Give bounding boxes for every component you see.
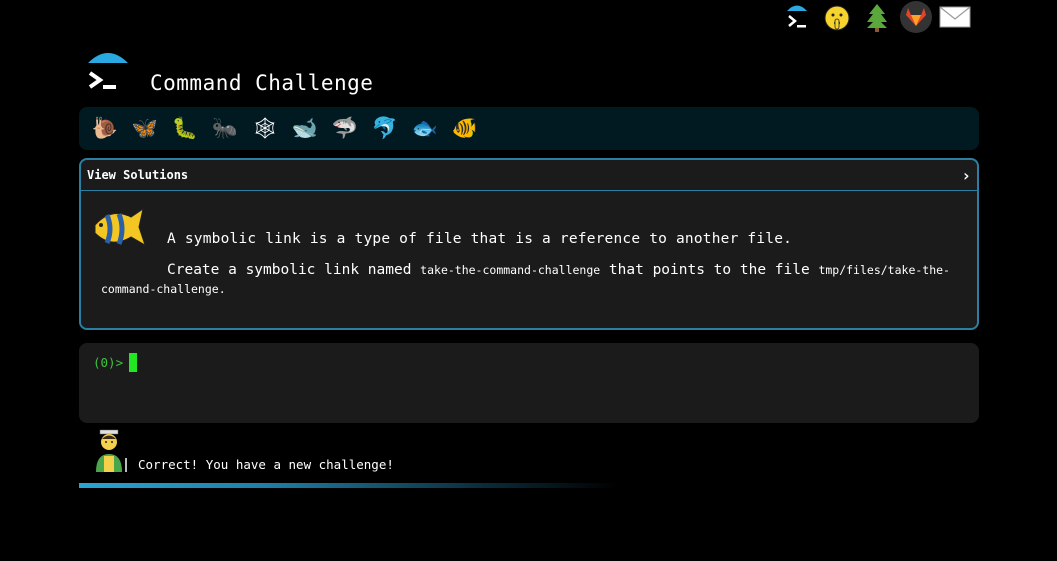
tropical-fish-icon[interactable]: 🐠 bbox=[445, 111, 485, 147]
shark-icon[interactable]: 🦈 bbox=[325, 111, 365, 147]
caterpillar-icon[interactable]: 🐛 bbox=[165, 111, 205, 147]
page: Command Challenge 🐌 🦋 🐛 🐜 🕸 🐋 🦈 🐬 🐟 🐠 View Soluti… bbox=[0, 0, 1057, 561]
link-name-code: take-the-command-challenge bbox=[420, 263, 601, 277]
prompt-line: (0)> bbox=[93, 353, 965, 372]
snail-icon[interactable]: 🐌 bbox=[85, 111, 125, 147]
ant-icon[interactable]: 🐜 bbox=[205, 111, 245, 147]
terminal-input[interactable]: (0)> bbox=[79, 343, 979, 423]
terminal-icon[interactable] bbox=[780, 1, 814, 33]
terminal-prompt: (0)> bbox=[93, 355, 124, 370]
mail-icon[interactable] bbox=[938, 1, 972, 33]
shush-emoji-icon[interactable] bbox=[820, 1, 854, 33]
person-emoji-icon bbox=[92, 428, 130, 478]
instruction-text-middle: that points to the file bbox=[600, 262, 819, 278]
top-nav bbox=[780, 0, 972, 34]
instruction-text-end: . bbox=[218, 282, 226, 296]
fish-icon[interactable]: 🐟 bbox=[405, 111, 445, 147]
tropical-fish-icon bbox=[91, 205, 147, 255]
header: Command Challenge bbox=[82, 44, 373, 106]
chevron-right-icon: › bbox=[961, 165, 971, 185]
spider-web-icon[interactable]: 🕸 bbox=[245, 111, 285, 147]
tree-icon[interactable] bbox=[860, 1, 894, 33]
level-bar: 🐌 🦋 🐛 🐜 🕸 🐋 🦈 🐬 🐟 🐠 bbox=[79, 107, 979, 150]
dolphin-icon[interactable]: 🐬 bbox=[365, 111, 405, 147]
challenge-panel: View Solutions › A symbolic link is a ty… bbox=[79, 158, 979, 330]
challenge-body: A symbolic link is a type of file that i… bbox=[81, 191, 977, 299]
progress-bar bbox=[79, 483, 619, 488]
logo-terminal-icon[interactable] bbox=[82, 49, 134, 101]
page-title: Command Challenge bbox=[150, 71, 374, 95]
terminal-cursor bbox=[129, 353, 138, 372]
challenge-description: A symbolic link is a type of file that i… bbox=[167, 231, 793, 247]
status-message: Correct! You have a new challenge! bbox=[138, 456, 394, 472]
butterfly-icon[interactable]: 🦋 bbox=[125, 111, 165, 147]
view-solutions-label: View Solutions bbox=[87, 168, 189, 182]
challenge-instruction: Create a symbolic link named take-the-co… bbox=[101, 261, 957, 299]
instruction-text-start: Create a symbolic link named bbox=[167, 262, 421, 278]
view-solutions-toggle[interactable]: View Solutions › bbox=[81, 160, 977, 191]
status-line: Correct! You have a new challenge! bbox=[92, 428, 394, 478]
whale-icon[interactable]: 🐋 bbox=[285, 111, 325, 147]
gitlab-icon[interactable] bbox=[900, 1, 932, 33]
